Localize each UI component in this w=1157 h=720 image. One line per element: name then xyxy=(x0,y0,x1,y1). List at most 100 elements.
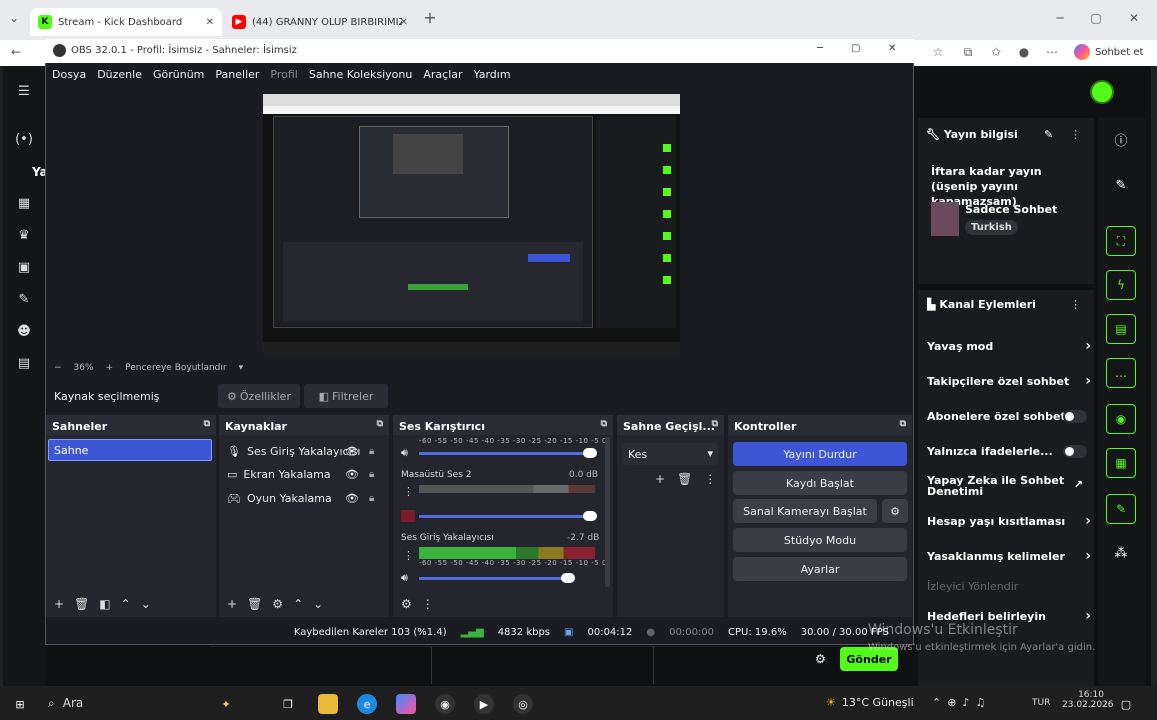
close-window-icon[interactable]: ✕ xyxy=(1124,8,1144,28)
menu-view[interactable]: Görünüm xyxy=(153,68,204,81)
weather-widget[interactable]: ☀ 13°C Güneşli xyxy=(826,696,914,709)
trash-icon[interactable]: 🗑︎ xyxy=(74,597,89,611)
add-icon[interactable]: + xyxy=(655,472,665,486)
analytics-icon[interactable]: ▦ xyxy=(15,196,33,214)
tab-kick-dashboard[interactable]: K Stream - Kick Dashboard ✕ xyxy=(30,8,222,36)
add-icon[interactable]: + xyxy=(54,597,64,611)
source-item[interactable]: 🎙︎ Ses Giriş Yakalayıcısı 👁︎ 🔒︎ xyxy=(227,442,387,460)
obs-taskbar-icon[interactable]: ◉ xyxy=(435,694,455,714)
studio-mode-button[interactable]: Stüdyo Modu xyxy=(733,528,907,552)
move-down-icon[interactable]: ⌄ xyxy=(141,597,151,611)
menu-profile[interactable]: Profil xyxy=(270,68,297,81)
gear-icon[interactable]: ⚙ xyxy=(272,597,283,611)
emotes-toggle[interactable] xyxy=(1063,445,1087,458)
speaker-icon[interactable]: 🔊︎ xyxy=(401,446,408,460)
lock-icon[interactable]: 🔒︎ xyxy=(369,469,374,480)
volume-fader[interactable] xyxy=(419,452,593,455)
lock-icon[interactable]: 🔒︎ xyxy=(369,493,374,504)
stop-stream-button[interactable]: Yayını Durdur xyxy=(733,442,907,466)
task-view-icon[interactable]: ❐ xyxy=(278,694,298,714)
star-icon[interactable]: ☆ xyxy=(928,42,948,62)
chevron-down-icon[interactable]: ▾ xyxy=(239,363,244,373)
windows-start-icon[interactable]: ⊞ xyxy=(10,694,30,714)
notes-icon[interactable]: ▤ xyxy=(1106,314,1136,344)
fader-knob[interactable] xyxy=(583,448,597,458)
lightning-icon[interactable]: ϟ xyxy=(1106,270,1136,300)
start-recording-button[interactable]: Kaydı Başlat xyxy=(733,471,907,495)
float-icon[interactable]: ⧉ xyxy=(900,419,906,429)
favorites-icon[interactable]: ✩ xyxy=(986,42,1006,62)
account-age-item[interactable]: Hesap yaşı kısıtlaması › xyxy=(927,513,1091,529)
video-icon[interactable]: ▣ xyxy=(15,260,33,278)
app-icon[interactable]: ◎ xyxy=(513,694,533,714)
more-options-icon[interactable]: ⋮ xyxy=(1070,128,1081,141)
users-icon[interactable]: ☻ xyxy=(15,324,33,342)
more-options-icon[interactable]: ⋮ xyxy=(1070,298,1081,311)
move-up-icon[interactable]: ⌃ xyxy=(121,597,131,611)
ai-moderation-item[interactable]: Yapay Zeka ile Sohbet Denetimi ↗ xyxy=(927,475,1083,497)
filter-icon[interactable]: ◧ xyxy=(99,597,110,611)
move-up-icon[interactable]: ⌃ xyxy=(293,597,303,611)
float-icon[interactable]: ⧉ xyxy=(377,419,383,429)
eye-icon[interactable]: 👁︎ xyxy=(345,492,359,505)
move-down-icon[interactable]: ⌄ xyxy=(313,597,323,611)
tab-youtube[interactable]: ▶ (44) GRANNY OLUP BIRBIRIMIZI K( ✕ xyxy=(224,8,416,36)
more-options-icon[interactable]: ⋮ xyxy=(403,485,414,498)
source-item[interactable]: ▭ Ekran Yakalama 👁︎ 🔒︎ xyxy=(227,465,387,483)
source-item[interactable]: 🎮︎ Oyun Yakalama 👁︎ 🔒︎ xyxy=(227,489,387,507)
minimize-icon[interactable]: ─ xyxy=(1050,8,1070,28)
avatar[interactable] xyxy=(1090,80,1114,104)
lock-icon[interactable]: 🔒︎ xyxy=(369,446,374,457)
float-icon[interactable]: ⧉ xyxy=(204,419,210,429)
category-name[interactable]: Sadece Sohbet xyxy=(965,203,1057,216)
banned-words-item[interactable]: Yasaklanmış kelimeler › xyxy=(927,548,1091,564)
more-icon[interactable]: ⋯ xyxy=(1042,42,1062,62)
hamburger-menu-icon[interactable]: ☰ xyxy=(15,84,33,102)
moderation-icon[interactable]: ▤ xyxy=(15,356,33,374)
more-options-icon[interactable]: ⋮ xyxy=(422,597,434,611)
transition-select[interactable]: Kes ▾ xyxy=(622,443,718,465)
extensions-icon[interactable]: ⧉ xyxy=(958,42,978,62)
focus-icon[interactable]: ⛶ xyxy=(1106,226,1136,256)
trophy-icon[interactable]: ♛ xyxy=(15,228,33,246)
copilot-app-icon[interactable] xyxy=(396,694,416,714)
media-player-icon[interactable]: ▶ xyxy=(474,694,494,714)
menu-tools[interactable]: Araçlar xyxy=(423,68,462,81)
info-icon[interactable]: ⓘ xyxy=(1106,124,1136,154)
subscribers-only-item[interactable]: Abonelere özel sohbet xyxy=(927,410,1087,423)
new-tab-button[interactable]: + xyxy=(420,8,440,28)
add-icon[interactable]: + xyxy=(227,597,237,611)
close-icon[interactable]: ✕ xyxy=(888,43,896,54)
profile-icon[interactable]: ● xyxy=(1014,42,1034,62)
wrench-icon[interactable]: ✎ xyxy=(15,292,33,310)
taskbar-search[interactable]: ⌕ Ara xyxy=(48,696,83,711)
fader-knob[interactable] xyxy=(583,511,597,521)
volume-fader[interactable] xyxy=(419,515,593,518)
layout-icon[interactable]: ▦ xyxy=(1106,448,1136,478)
maximize-icon[interactable]: ▢ xyxy=(851,43,860,54)
speaker-icon[interactable]: 🔊︎ xyxy=(401,571,408,585)
preview-canvas[interactable] xyxy=(263,94,680,355)
broadcast-icon[interactable]: (•) xyxy=(15,132,33,150)
emotes-only-item[interactable]: Yalnızca ifadelerle... xyxy=(927,445,1087,458)
pencil-icon[interactable]: ✎ xyxy=(1106,170,1136,200)
file-explorer-icon[interactable] xyxy=(318,694,338,714)
settings-button[interactable]: Ayarlar xyxy=(733,557,907,581)
copilot-button[interactable]: Sohbet et xyxy=(1074,44,1143,60)
zoom-out-button[interactable]: − xyxy=(54,363,62,373)
edge-icon[interactable]: e xyxy=(357,694,377,714)
notifications-icon[interactable]: ▢ xyxy=(1116,694,1136,714)
virtual-camera-settings-icon[interactable]: ⚙ xyxy=(882,499,908,523)
copilot-sparkle-icon[interactable]: ✦ xyxy=(216,694,236,714)
edit-icon[interactable]: ✎ xyxy=(1044,128,1053,141)
menu-file[interactable]: Dosya xyxy=(52,68,86,81)
mixer-scrollbar[interactable] xyxy=(605,437,610,587)
fader-knob[interactable] xyxy=(561,573,575,583)
followers-only-item[interactable]: Takipçilere özel sohbet › xyxy=(927,373,1091,389)
clock[interactable]: 16:10 23.02.2026 xyxy=(1062,690,1114,710)
wrench-icon[interactable]: ✎ xyxy=(1106,494,1136,524)
scene-item[interactable]: Sahne xyxy=(48,439,212,461)
menu-edit[interactable]: Düzenle xyxy=(97,68,142,81)
close-tab-icon[interactable]: ✕ xyxy=(206,17,214,28)
eye-icon[interactable]: 👁︎ xyxy=(345,468,359,481)
